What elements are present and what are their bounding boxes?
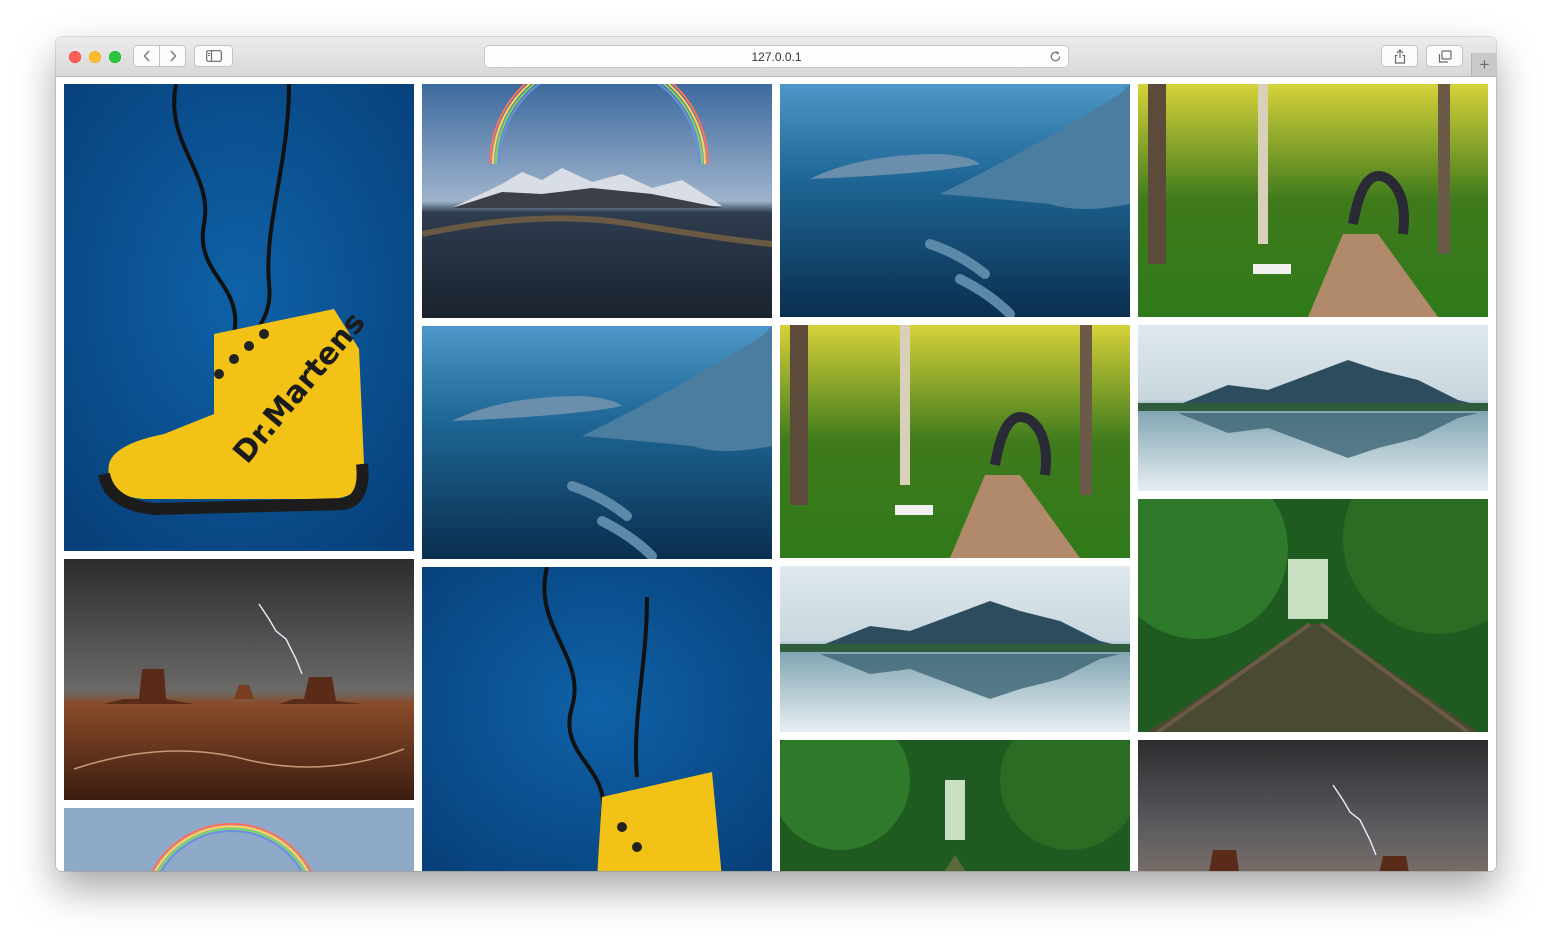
photo-dolphins[interactable] (422, 326, 772, 559)
navigation-buttons (133, 45, 186, 67)
sidebar-button[interactable] (194, 45, 233, 67)
photo-railway-forest[interactable] (780, 740, 1130, 871)
photo-yellow-boot[interactable]: Dr.Martens (64, 84, 414, 551)
back-button[interactable] (134, 46, 159, 66)
photo-lake-reflection[interactable] (1138, 325, 1488, 491)
photo-desert-lightning[interactable] (64, 559, 414, 800)
forest-image (1138, 84, 1488, 317)
dolphins-image (780, 84, 1130, 317)
tabs-icon (1438, 49, 1452, 63)
chevron-right-icon (169, 50, 176, 62)
desert-image (1138, 740, 1488, 871)
rainbow-image (422, 84, 772, 318)
dolphins-image (422, 326, 772, 559)
chevron-left-icon (143, 50, 150, 62)
desert-image (64, 559, 414, 800)
lake-image (780, 566, 1130, 732)
photo-forest-path[interactable] (780, 325, 1130, 558)
lake-image (1138, 325, 1488, 491)
boot-image: Dr.Martens (64, 84, 414, 551)
photo-mountain-rainbow[interactable] (64, 808, 414, 871)
photo-dolphins[interactable] (780, 84, 1130, 317)
share-button[interactable] (1381, 45, 1418, 67)
boot-image (422, 567, 772, 871)
reload-icon[interactable] (1049, 50, 1062, 63)
photo-yellow-boot[interactable] (422, 567, 772, 871)
photo-forest-path[interactable] (1138, 84, 1488, 317)
address-bar[interactable]: 127.0.0.1 (484, 45, 1069, 68)
photo-lake-reflection[interactable] (780, 566, 1130, 732)
forest-image (780, 325, 1130, 558)
railway-image (780, 740, 1130, 871)
browser-window: 127.0.0.1 + Dr.Martens (56, 37, 1496, 871)
photo-mountain-rainbow[interactable] (422, 84, 772, 318)
browser-toolbar: 127.0.0.1 + (56, 37, 1496, 77)
photo-railway-forest[interactable] (1138, 499, 1488, 732)
tab-overview-button[interactable] (1426, 45, 1463, 67)
photo-desert-lightning[interactable] (1138, 740, 1488, 871)
zoom-window-button[interactable] (109, 51, 121, 63)
url-text: 127.0.0.1 (751, 50, 802, 64)
rainbow-image (64, 808, 414, 871)
sidebar-icon (205, 50, 222, 62)
forward-button[interactable] (159, 46, 185, 66)
minimize-window-button[interactable] (89, 51, 101, 63)
close-window-button[interactable] (69, 51, 81, 63)
new-tab-button[interactable]: + (1471, 53, 1496, 76)
share-icon (1394, 48, 1405, 64)
photo-gallery: Dr.Martens (56, 77, 1496, 871)
railway-image (1138, 499, 1488, 732)
